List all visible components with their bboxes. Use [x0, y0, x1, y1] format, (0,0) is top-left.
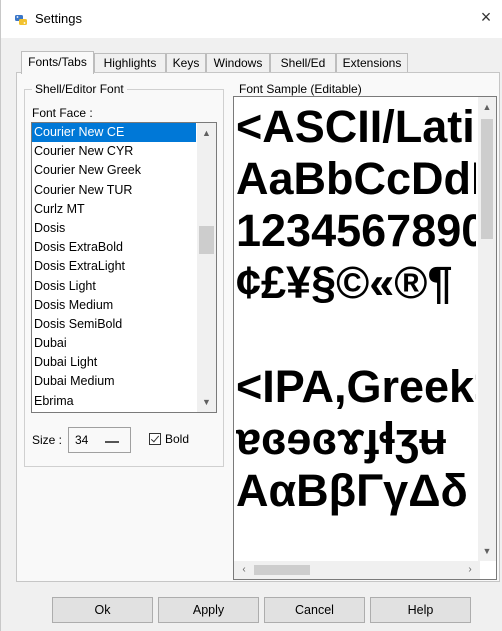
list-item[interactable]: Courier New TUR	[32, 181, 196, 200]
ok-button[interactable]: Ok	[52, 597, 153, 623]
font-list-scrollbar[interactable]: ▲ ▼	[197, 123, 216, 412]
scroll-right-icon[interactable]: ›	[462, 561, 478, 579]
title-bar: Settings ×	[1, 0, 502, 38]
tab-extensions[interactable]: Extensions	[336, 53, 408, 73]
list-item[interactable]: Dubai Light	[32, 353, 196, 372]
python-idle-icon	[14, 13, 28, 27]
tab-highlights[interactable]: Highlights	[94, 53, 166, 73]
list-item[interactable]: Dosis Medium	[32, 296, 196, 315]
dropdown-icon	[105, 441, 119, 443]
sample-horizontal-scrollbar[interactable]: ‹ ›	[234, 561, 480, 579]
list-item[interactable]: Courier New Greek	[32, 161, 196, 180]
list-item[interactable]: Dosis Light	[32, 277, 196, 296]
sample-line: AαBβΓγΔδ	[236, 465, 468, 516]
list-item[interactable]: Curlz MT	[32, 200, 196, 219]
window-title: Settings	[35, 11, 82, 26]
scroll-down-icon[interactable]: ▼	[197, 394, 216, 410]
bold-checkbox[interactable]: Bold	[149, 432, 189, 446]
apply-button[interactable]: Apply	[158, 597, 259, 623]
font-list-items: Courier New CE Courier New CYR Courier N…	[32, 123, 196, 411]
list-item[interactable]: Dubai	[32, 334, 196, 353]
list-item[interactable]: Ebrima	[32, 392, 196, 411]
scroll-down-icon[interactable]: ▼	[478, 543, 496, 559]
scroll-thumb[interactable]	[254, 565, 310, 575]
dialog-buttons: Ok Apply Cancel Help	[1, 597, 502, 625]
size-value: 34	[75, 433, 89, 447]
font-sample-editor[interactable]: <ASCII/Latin1>AaBbCcDdEe1234567890¢£¥§©«…	[233, 96, 497, 580]
sample-vertical-scrollbar[interactable]: ▲ ▼	[478, 97, 496, 561]
font-sample-text[interactable]: <ASCII/Latin1>AaBbCcDdEe1234567890¢£¥§©«…	[236, 101, 476, 555]
settings-window: Settings × Fonts/Tabs Highlights Keys Wi…	[0, 0, 502, 631]
tab-windows[interactable]: Windows	[206, 53, 270, 73]
tab-fonts-tabs[interactable]: Fonts/Tabs	[21, 51, 94, 74]
font-face-label: Font Face :	[32, 106, 93, 120]
sample-line	[236, 309, 476, 361]
list-item[interactable]: Dosis ExtraLight	[32, 257, 196, 276]
sample-line: 1234567890	[236, 205, 476, 256]
list-item[interactable]: Courier New CE	[32, 123, 196, 143]
checkmark-icon[interactable]	[149, 433, 161, 445]
list-item[interactable]: Dosis	[32, 219, 196, 238]
tab-shell-ed[interactable]: Shell/Ed	[270, 53, 336, 73]
sample-line: <IPA,Greek>	[236, 361, 476, 412]
tab-keys[interactable]: Keys	[166, 53, 206, 73]
font-sample-legend: Font Sample (Editable)	[236, 82, 365, 96]
sample-line: <ASCII/Latin1>	[236, 101, 476, 152]
editor-font-legend: Shell/Editor Font	[32, 82, 127, 96]
list-item[interactable]: Dosis SemiBold	[32, 315, 196, 334]
sample-line: ¢£¥§©«®¶	[236, 257, 453, 308]
size-label: Size :	[32, 433, 63, 447]
sample-line: ɐɞɘɞɤɟɬʒʉ	[236, 413, 447, 464]
scroll-up-icon[interactable]: ▲	[197, 125, 216, 141]
scroll-left-icon[interactable]: ‹	[236, 561, 252, 579]
list-item[interactable]: Courier New CYR	[32, 142, 196, 161]
scroll-thumb[interactable]	[481, 119, 493, 239]
sample-line: AaBbCcDdEe	[236, 153, 476, 204]
size-dropdown[interactable]: 34	[68, 427, 131, 453]
scroll-thumb[interactable]	[199, 226, 214, 254]
cancel-button[interactable]: Cancel	[264, 597, 365, 623]
font-face-list[interactable]: Courier New CE Courier New CYR Courier N…	[31, 122, 217, 413]
help-button[interactable]: Help	[370, 597, 471, 623]
bold-label: Bold	[165, 432, 190, 446]
close-icon[interactable]: ×	[475, 6, 497, 28]
scroll-up-icon[interactable]: ▲	[478, 99, 496, 115]
list-item[interactable]: Dosis ExtraBold	[32, 238, 196, 257]
list-item[interactable]: Dubai Medium	[32, 372, 196, 391]
